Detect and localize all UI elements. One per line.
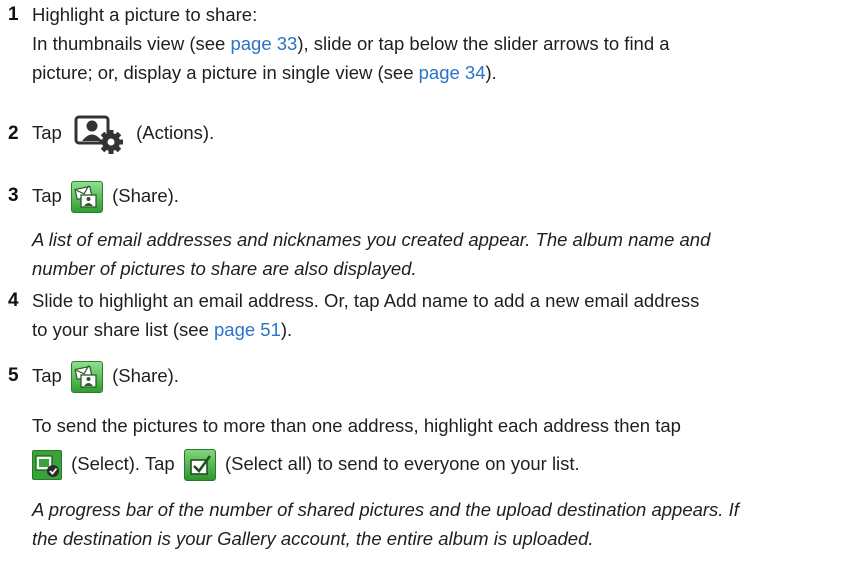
step-number: 2: [8, 123, 19, 144]
step-number: 1: [8, 4, 19, 25]
step-5-paragraph: To send the pictures to more than one ad…: [32, 409, 837, 482]
page-33-link[interactable]: page 33: [230, 33, 297, 54]
actions-icon[interactable]: [73, 114, 125, 154]
step-1-line-2: In thumbnails view (see page 33), slide …: [32, 33, 670, 54]
select-all-icon[interactable]: [183, 449, 216, 482]
page-34-link[interactable]: page 34: [419, 62, 486, 83]
step-1-line-3: picture; or, display a picture in single…: [32, 62, 497, 83]
share-icon[interactable]: [70, 181, 103, 214]
step-1-heading: Highlight a picture to share:: [32, 4, 258, 25]
page-51-link[interactable]: page 51: [214, 319, 281, 340]
step-3-note: A list of email addresses and nicknames …: [32, 229, 711, 279]
step-number: 4: [8, 290, 19, 311]
select-icon[interactable]: [32, 450, 62, 481]
step-number: 5: [8, 365, 19, 386]
step-number: 3: [8, 185, 19, 206]
share-icon[interactable]: [70, 361, 103, 394]
step-5-note: A progress bar of the number of shared p…: [32, 499, 739, 549]
step-1-text: Highlight a picture to share: In thumbna…: [32, 0, 837, 87]
